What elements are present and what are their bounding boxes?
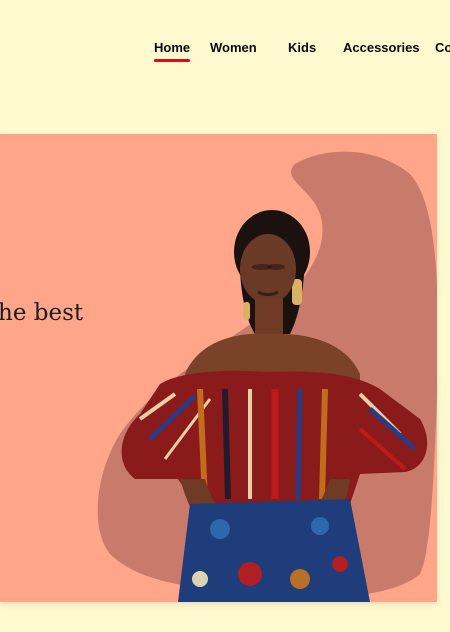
nav-item-collections[interactable]: Co: [435, 40, 450, 55]
top-navigation: Home Women Kids Accessories Co: [0, 0, 450, 80]
hero-banner: he best: [0, 134, 437, 602]
nav-item-accessories[interactable]: Accessories: [343, 40, 420, 55]
nav-item-home[interactable]: Home: [154, 40, 191, 62]
nav-item-kids[interactable]: Kids: [288, 40, 316, 55]
hero-model-image: [121, 210, 428, 602]
nav-item-women[interactable]: Women: [210, 40, 257, 55]
